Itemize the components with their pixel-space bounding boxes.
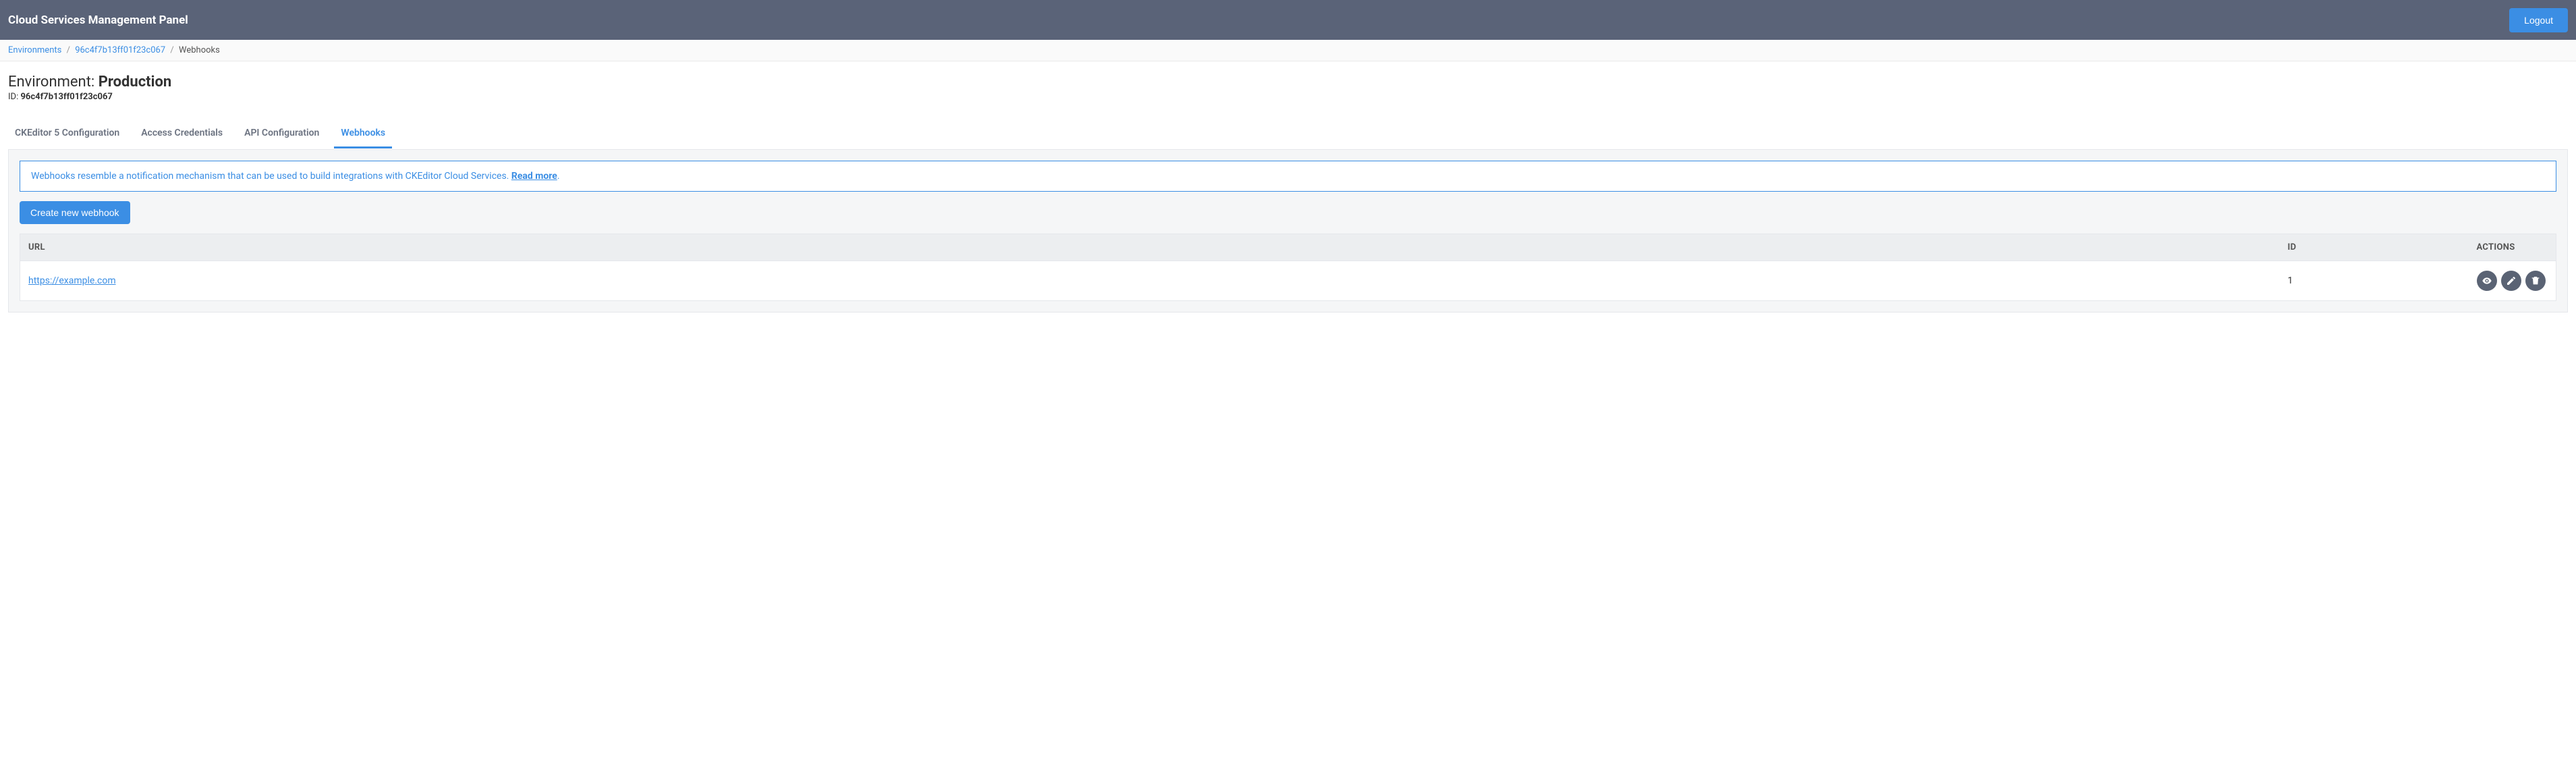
topbar: Cloud Services Management Panel Logout	[0, 0, 2576, 40]
pencil-icon	[2506, 275, 2517, 286]
environment-heading: Environment: Production	[8, 74, 2568, 90]
content-panel: Webhooks resemble a notification mechani…	[8, 149, 2568, 313]
delete-button[interactable]	[2525, 271, 2546, 291]
webhooks-table: URL ID ACTIONS https://example.com 1	[20, 234, 2556, 301]
column-header-url: URL	[20, 234, 2280, 261]
info-period: .	[557, 171, 560, 182]
app-title: Cloud Services Management Panel	[8, 13, 188, 27]
action-buttons	[2477, 271, 2548, 291]
trash-icon	[2530, 275, 2541, 286]
edit-button[interactable]	[2501, 271, 2521, 291]
column-header-id: ID	[2280, 234, 2469, 261]
breadcrumb: Environments / 96c4f7b13ff01f23c067 / We…	[0, 40, 2576, 61]
breadcrumb-env-id-link[interactable]: 96c4f7b13ff01f23c067	[75, 45, 165, 55]
column-header-actions: ACTIONS	[2469, 234, 2556, 261]
table-header-row: URL ID ACTIONS	[20, 234, 2556, 261]
tabs: CKEditor 5 Configuration Access Credenti…	[0, 121, 2576, 149]
view-button[interactable]	[2477, 271, 2497, 291]
breadcrumb-separator: /	[67, 45, 70, 55]
page-header: Environment: Production ID: 96c4f7b13ff0…	[0, 61, 2576, 109]
logout-button[interactable]: Logout	[2509, 8, 2568, 32]
tab-webhooks[interactable]: Webhooks	[334, 121, 392, 148]
tab-ckeditor-config[interactable]: CKEditor 5 Configuration	[8, 121, 126, 148]
environment-id-line: ID: 96c4f7b13ff01f23c067	[8, 92, 2568, 102]
breadcrumb-environments-link[interactable]: Environments	[8, 45, 61, 55]
breadcrumb-separator: /	[170, 45, 173, 55]
environment-name: Production	[99, 74, 172, 90]
read-more-link[interactable]: Read more	[511, 171, 557, 182]
environment-id: 96c4f7b13ff01f23c067	[20, 92, 112, 102]
info-text: Webhooks resemble a notification mechani…	[31, 171, 511, 182]
environment-label: Environment:	[8, 74, 99, 90]
webhook-url-link[interactable]: https://example.com	[28, 275, 116, 286]
breadcrumb-current: Webhooks	[179, 45, 220, 55]
info-box: Webhooks resemble a notification mechani…	[20, 161, 2556, 192]
webhook-id-cell: 1	[2280, 261, 2469, 301]
eye-icon	[2482, 275, 2492, 286]
tab-api-configuration[interactable]: API Configuration	[237, 121, 326, 148]
create-webhook-button[interactable]: Create new webhook	[20, 201, 130, 224]
table-row: https://example.com 1	[20, 261, 2556, 301]
environment-id-label: ID:	[8, 92, 20, 102]
tab-access-credentials[interactable]: Access Credentials	[134, 121, 229, 148]
